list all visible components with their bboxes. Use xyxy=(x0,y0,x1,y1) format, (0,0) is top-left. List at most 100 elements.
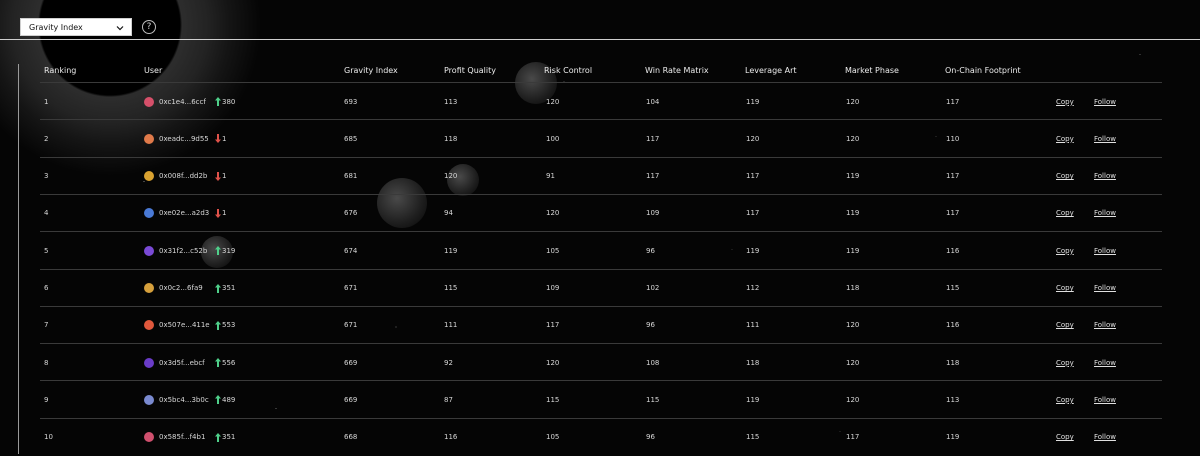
copy-cell: Copy xyxy=(1056,83,1074,120)
follow-link[interactable]: Follow xyxy=(1094,321,1116,329)
user-cell: 0xc1e4...6ccf 380 xyxy=(144,83,235,120)
risk-cell: 105 xyxy=(546,433,560,442)
phase-cell: 120 xyxy=(846,134,860,143)
rank-cell: 7 xyxy=(44,321,49,330)
arrow-down-icon xyxy=(215,134,221,144)
table-row: 1 0xc1e4...6ccf 380 693 113 120 104 119 120 117 Co… xyxy=(40,82,1162,120)
follow-link[interactable]: Follow xyxy=(1094,209,1116,217)
user-address[interactable]: 0x0c2...6fa9 xyxy=(159,284,215,292)
copy-trade-link[interactable]: Copy xyxy=(1056,98,1074,106)
copy-cell: Copy xyxy=(1056,232,1074,269)
arrow-down-icon xyxy=(215,208,221,218)
header-on-chain-footprint: On-Chain Footprint xyxy=(945,66,1021,75)
arrow-up-icon xyxy=(215,97,221,106)
copy-trade-link[interactable]: Copy xyxy=(1056,321,1074,329)
profit-cell: 116 xyxy=(444,433,458,442)
user-address[interactable]: 0x3d5f...ebcf xyxy=(159,359,215,367)
user-address[interactable]: 0x585f...f4b1 xyxy=(159,433,215,441)
risk-cell: 117 xyxy=(546,321,560,330)
follow-link[interactable]: Follow xyxy=(1094,359,1116,367)
avatar xyxy=(144,96,154,107)
onchain-cell: 119 xyxy=(946,433,960,442)
risk-cell: 109 xyxy=(546,284,560,292)
follow-link[interactable]: Follow xyxy=(1094,172,1116,180)
follow-link[interactable]: Follow xyxy=(1094,396,1116,404)
copy-trade-link[interactable]: Copy xyxy=(1056,172,1074,180)
top-bar: Gravity Index ? xyxy=(0,0,1200,40)
phase-cell: 120 xyxy=(846,358,860,367)
user-address[interactable]: 0x5bc4...3b0c xyxy=(159,396,215,404)
avatar xyxy=(144,394,154,405)
arrow-up-icon xyxy=(215,358,221,368)
header-risk-control: Risk Control xyxy=(544,66,593,75)
help-icon[interactable]: ? xyxy=(142,20,156,34)
table-row: 10 0x585f...f4b1 351 668 116 105 96 115 117 119 Co… xyxy=(40,417,1162,456)
copy-trade-link[interactable]: Copy xyxy=(1056,135,1074,143)
gravity-cell: 693 xyxy=(344,97,358,106)
gravity-cell: 668 xyxy=(344,433,358,442)
onchain-cell: 117 xyxy=(946,97,960,106)
user-address[interactable]: 0xc1e4...6ccf xyxy=(159,98,215,106)
copy-cell: Copy xyxy=(1056,381,1074,418)
follow-link[interactable]: Follow xyxy=(1094,433,1116,441)
copy-trade-link[interactable]: Copy xyxy=(1056,284,1074,292)
winrate-cell: 104 xyxy=(646,97,660,106)
follow-cell: Follow xyxy=(1094,232,1116,269)
arrow-up-icon xyxy=(215,283,221,293)
rank-cell: 5 xyxy=(44,246,49,255)
follow-link[interactable]: Follow xyxy=(1094,135,1116,143)
copy-trade-link[interactable]: Copy xyxy=(1056,396,1074,404)
copy-cell: Copy xyxy=(1056,195,1074,232)
copy-trade-link[interactable]: Copy xyxy=(1056,359,1074,367)
rank-change: 351 xyxy=(215,432,235,442)
rank-change: 1 xyxy=(215,134,226,144)
copy-cell: Copy xyxy=(1056,307,1074,344)
risk-cell: 115 xyxy=(546,395,560,404)
onchain-cell: 118 xyxy=(946,358,960,367)
follow-link[interactable]: Follow xyxy=(1094,284,1116,292)
ranking-metric-select[interactable]: Gravity Index xyxy=(20,18,132,36)
rank-change-value: 319 xyxy=(222,246,236,255)
follow-link[interactable]: Follow xyxy=(1094,247,1116,255)
user-address[interactable]: 0x507e...411e xyxy=(159,321,215,329)
gravity-cell: 681 xyxy=(344,172,358,181)
user-cell: 0x5bc4...3b0c 489 xyxy=(144,381,235,418)
avatar xyxy=(144,245,154,256)
phase-cell: 120 xyxy=(846,97,860,106)
leverage-cell: 118 xyxy=(746,358,760,367)
rank-cell: 3 xyxy=(44,172,49,181)
rank-change: 556 xyxy=(215,358,235,368)
user-address[interactable]: 0xe02e...a2d3 xyxy=(159,209,215,217)
risk-cell: 120 xyxy=(546,358,560,367)
avatar xyxy=(144,283,154,293)
rank-cell: 1 xyxy=(44,97,49,106)
table-row: 5 0x31f2...c52b 319 674 119 105 96 119 119 116 Cop… xyxy=(40,231,1162,269)
user-cell: 0x507e...411e 553 xyxy=(144,307,235,344)
copy-cell: Copy xyxy=(1056,158,1074,195)
user-address[interactable]: 0x31f2...c52b xyxy=(159,247,215,255)
leverage-cell: 119 xyxy=(746,395,760,404)
rank-change: 553 xyxy=(215,320,235,330)
onchain-cell: 116 xyxy=(946,246,960,255)
rank-cell: 6 xyxy=(44,284,49,292)
avatar xyxy=(144,171,154,182)
avatar xyxy=(144,432,154,443)
phase-cell: 117 xyxy=(846,433,860,442)
winrate-cell: 96 xyxy=(646,321,655,330)
table-row: 3 0x008f...dd2b 1 681 120 91 117 117 119 117 Copy F… xyxy=(40,156,1162,195)
copy-trade-link[interactable]: Copy xyxy=(1056,433,1074,441)
user-address[interactable]: 0x008f...dd2b xyxy=(159,172,215,180)
chevron-down-icon xyxy=(116,24,124,31)
user-cell: 0x31f2...c52b 319 xyxy=(144,232,235,269)
user-cell: 0x585f...f4b1 351 xyxy=(144,419,235,456)
leverage-cell: 120 xyxy=(746,134,760,143)
user-cell: 0x3d5f...ebcf 556 xyxy=(144,344,235,381)
user-address[interactable]: 0xeadc...9d55 xyxy=(159,135,215,143)
follow-link[interactable]: Follow xyxy=(1094,98,1116,106)
phase-cell: 119 xyxy=(846,246,860,255)
copy-trade-link[interactable]: Copy xyxy=(1056,209,1074,217)
arrow-up-icon xyxy=(215,432,221,442)
gravity-cell: 674 xyxy=(344,246,358,255)
copy-trade-link[interactable]: Copy xyxy=(1056,247,1074,255)
phase-cell: 120 xyxy=(846,395,860,404)
